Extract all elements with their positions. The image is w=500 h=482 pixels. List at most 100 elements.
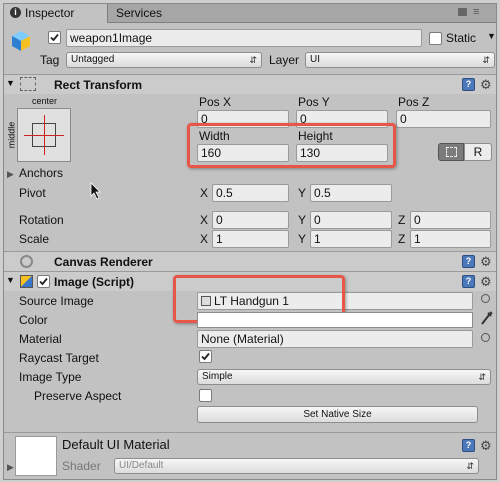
rotation-y-field[interactable]: 0 [310,211,392,229]
static-dropdown-icon[interactable]: ▼ [487,31,496,41]
color-swatch[interactable] [197,312,473,328]
foldout-arrow-icon: ▼ [6,78,15,88]
raycast-target-label: Raycast Target [19,351,99,365]
mouse-cursor-icon [90,182,102,203]
tab-services[interactable]: Services [108,4,188,23]
active-checkbox[interactable] [48,31,61,44]
pivot-label: Pivot [19,186,46,200]
anchor-preset-top-label: center [32,96,58,106]
anchors-label[interactable]: Anchors [19,166,63,180]
image-enabled-checkbox[interactable] [37,275,50,288]
help-book-icon[interactable]: ? [462,78,475,91]
set-native-size-button[interactable]: Set Native Size [197,406,478,423]
tab-services-label: Services [116,6,163,20]
rotation-label: Rotation [19,213,64,227]
eyedropper-icon[interactable] [480,310,494,329]
gear-icon[interactable]: ⚙ [480,78,492,91]
gear-icon[interactable]: ⚙ [480,255,492,268]
rotation-z-letter: Z [398,213,406,227]
dropdown-arrows-icon: ⇵ [482,55,490,65]
tab-inspector-label: Inspector [25,6,75,20]
shader-label: Shader [62,459,101,473]
blueprint-mode-button[interactable] [438,143,464,161]
rect-transform-header[interactable]: ▼ Rect Transform ? ⚙ [4,74,496,94]
layer-label: Layer [269,53,300,67]
scale-x-field[interactable]: 1 [212,230,289,248]
object-name-field[interactable]: weapon1Image [66,29,422,47]
scale-z-letter: Z [398,232,406,246]
rect-transform-icon [20,77,36,91]
shader-dropdown: UI/Default ⇵ [114,458,479,474]
help-book-icon[interactable]: ? [462,275,475,288]
scale-x-letter: X [200,232,209,246]
image-type-value: Simple [202,371,233,382]
help-book-icon[interactable]: ? [462,255,475,268]
layer-value: UI [310,54,320,65]
game-object-icon [10,29,32,53]
material-foldout-icon[interactable]: ▶ [7,462,14,473]
object-picker-icon[interactable] [481,294,490,303]
menu-icon[interactable]: ≡ [473,6,479,18]
dropdown-arrows-icon: ⇵ [478,372,486,382]
material-label: Material [19,332,62,346]
image-component-icon [20,275,33,288]
static-checkbox[interactable] [429,32,442,45]
preserve-aspect-label: Preserve Aspect [34,389,122,403]
anchors-foldout-icon[interactable]: ▶ [7,169,14,180]
scale-z-field[interactable]: 1 [410,230,491,248]
object-picker-icon[interactable] [481,333,490,342]
rotation-y-letter: Y [298,213,307,227]
gear-icon[interactable]: ⚙ [480,275,492,288]
image-type-label: Image Type [19,370,82,384]
layer-dropdown[interactable]: UI ⇵ [305,52,495,68]
material-preview [15,436,57,476]
rotation-x-field[interactable]: 0 [212,211,289,229]
image-type-dropdown[interactable]: Simple ⇵ [197,369,491,385]
pivot-y-field[interactable]: 0.5 [310,184,392,202]
blueprint-icon [446,147,457,157]
material-footer-name: Default UI Material [62,437,170,452]
tag-label: Tag [40,53,60,67]
preserve-aspect-checkbox[interactable] [199,389,212,402]
inspector-panel: i Inspector Services ≡ weapon1Image Stat… [3,3,497,480]
pos-y-label: Pos Y [298,95,330,109]
set-native-size-label: Set Native Size [303,409,372,420]
raycast-target-checkbox[interactable] [199,350,212,363]
scale-y-field[interactable]: 1 [310,230,392,248]
canvas-renderer-icon [20,255,33,268]
tab-inspector[interactable]: i Inspector [4,4,108,23]
dropdown-arrows-icon: ⇵ [466,461,474,471]
rotation-z-field[interactable]: 0 [410,211,491,229]
width-height-highlight [187,123,396,168]
pivot-x-letter: X [200,186,209,200]
rect-transform-title: Rect Transform [54,78,143,92]
pivot-x-field[interactable]: 0.5 [212,184,289,202]
foldout-arrow-icon: ▼ [6,275,15,285]
raw-edit-button[interactable]: R [464,143,492,161]
footer-separator [4,432,496,433]
dropdown-arrows-icon: ⇵ [249,55,257,65]
tag-value: Untagged [71,54,115,65]
color-label: Color [19,313,48,327]
material-field[interactable]: None (Material) [197,330,473,348]
info-icon: i [10,7,21,18]
image-script-title: Image (Script) [54,275,135,289]
anchor-preset-button[interactable] [17,108,71,162]
help-book-icon[interactable]: ? [462,439,475,452]
tag-dropdown[interactable]: Untagged ⇵ [66,52,262,68]
raw-edit-label: R [473,145,483,159]
unity-inspector-window: i Inspector Services ≡ weapon1Image Stat… [0,0,500,482]
tab-bar: i Inspector Services ≡ [4,4,496,23]
scale-label: Scale [19,232,50,246]
pos-z-field[interactable]: 0 [396,110,491,128]
anchor-preset-v-line [44,115,45,155]
gear-icon[interactable]: ⚙ [480,439,492,452]
lock-icon[interactable] [458,8,467,16]
shader-value: UI/Default [119,460,164,471]
source-image-label: Source Image [19,294,94,308]
rotation-x-letter: X [200,213,209,227]
canvas-renderer-header[interactable]: Canvas Renderer ? ⚙ [4,251,496,271]
pivot-y-letter: Y [298,186,307,200]
scale-y-letter: Y [298,232,307,246]
pos-x-label: Pos X [199,95,232,109]
